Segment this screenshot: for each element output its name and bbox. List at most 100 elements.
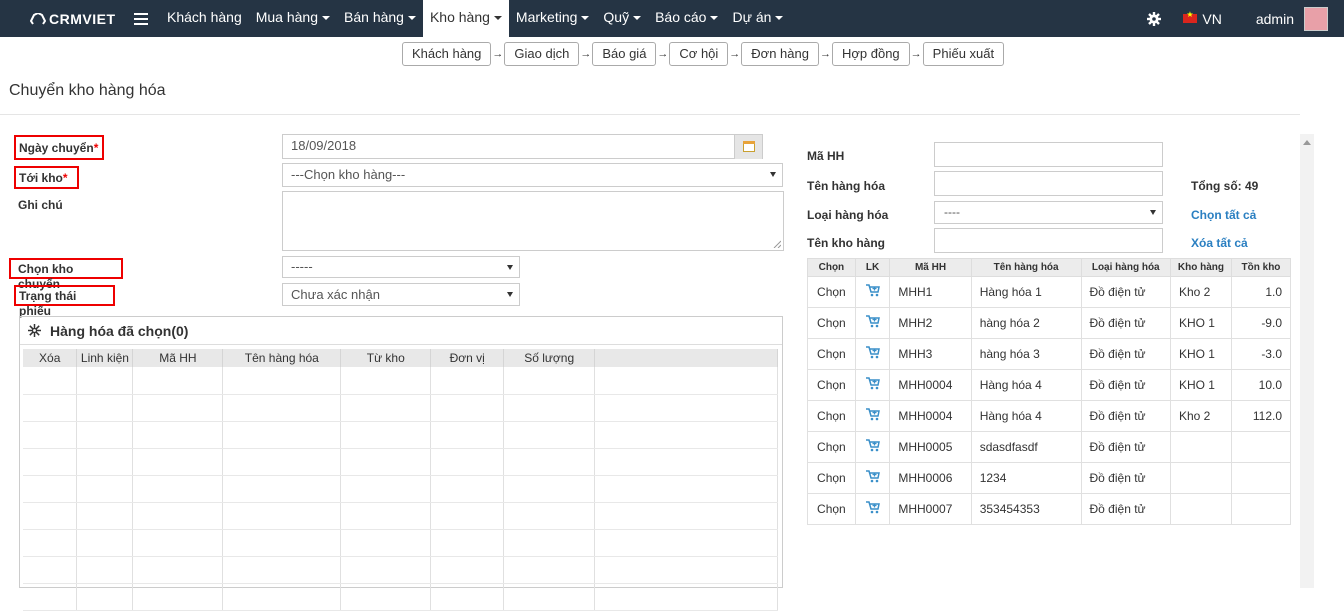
gear-icon[interactable] <box>1147 11 1162 26</box>
type-filter-select[interactable]: ---- <box>934 201 1163 224</box>
add-to-cart-icon[interactable] <box>854 462 891 494</box>
add-to-cart-icon[interactable] <box>854 369 891 401</box>
select-all-link[interactable]: Chọn tất cả <box>1191 208 1256 222</box>
column-header[interactable]: Loại hàng hóa <box>1080 258 1171 277</box>
scroll-up-icon[interactable] <box>1303 140 1311 145</box>
choose-link[interactable]: Chọn <box>807 462 856 494</box>
pipeline-step[interactable]: Giao dịch <box>504 42 580 66</box>
table-row[interactable]: Chọn MHH1 Hàng hóa 1 Đồ điện tử Kho 2 1.0 <box>807 276 1292 308</box>
add-to-cart-icon[interactable] <box>854 338 891 370</box>
product-name: Hàng hóa 1 <box>970 276 1082 308</box>
to-warehouse-select[interactable]: ---Chọn kho hàng--- <box>282 163 783 187</box>
table-cell <box>594 367 778 395</box>
column-header[interactable]: Tên hàng hóa <box>222 349 342 367</box>
table-cell <box>594 421 778 449</box>
avatar[interactable] <box>1304 6 1328 31</box>
pipeline-step[interactable]: Phiếu xuất <box>922 42 1005 66</box>
table-row[interactable]: Chọn MHH0004 Hàng hóa 4 Đồ điện tử KHO 1 10.0 <box>807 369 1292 401</box>
product-name: 353454353 <box>970 493 1082 525</box>
choose-link[interactable]: Chọn <box>807 493 856 525</box>
table-cell <box>132 394 224 422</box>
arrow-right-icon: → <box>910 48 922 60</box>
choose-link[interactable]: Chọn <box>807 338 856 370</box>
product-warehouse <box>1169 431 1232 463</box>
resize-handle-icon[interactable] <box>773 240 781 248</box>
selected-goods-table: Xóa Linh kiện Mã HH Tên hàng hóa Từ kho Đơn v… <box>23 349 778 611</box>
date-input[interactable]: 18/09/2018 <box>282 134 763 159</box>
add-to-cart-icon[interactable] <box>854 307 891 339</box>
language-switch[interactable]: VN <box>1202 11 1221 27</box>
table-cell <box>430 583 505 611</box>
nav-item-4[interactable]: Marketing <box>509 0 596 37</box>
table-row[interactable]: Chọn MHH0006 1234 Đồ điện tử <box>807 462 1292 494</box>
nav-item-5[interactable]: Quỹ <box>596 0 648 37</box>
table-row[interactable]: Chọn MHH0007 353454353 Đồ điện tử <box>807 493 1292 525</box>
column-header[interactable]: Tồn kho <box>1230 258 1292 277</box>
code-filter-input[interactable] <box>934 142 1163 167</box>
table-row[interactable]: Chọn MHH2 hàng hóa 2 Đồ điện tử KHO 1 -9.0 <box>807 307 1292 339</box>
column-header[interactable]: Xóa <box>23 349 78 367</box>
table-row[interactable]: Chọn MHH0004 Hàng hóa 4 Đồ điện tử Kho 2 112.… <box>807 400 1292 432</box>
note-textarea[interactable] <box>282 191 784 251</box>
nav-item-7[interactable]: Dự án <box>725 0 790 37</box>
nav-item-1[interactable]: Mua hàng <box>249 0 337 37</box>
nav-item-6[interactable]: Báo cáo <box>648 0 725 37</box>
column-header[interactable]: Đơn vị <box>430 349 505 367</box>
table-row <box>23 556 778 584</box>
table-cell <box>594 475 778 503</box>
column-header[interactable]: Chọn <box>807 258 856 277</box>
nav-item-3[interactable]: Kho hàng <box>422 0 509 37</box>
nav-item-2[interactable]: Bán hàng <box>337 0 423 37</box>
warehouse-filter-input[interactable] <box>934 228 1163 253</box>
table-cell <box>340 475 432 503</box>
scrollbar[interactable] <box>1300 134 1314 588</box>
pipeline-step[interactable]: Báo giá <box>592 42 657 66</box>
column-header[interactable]: Linh kiện <box>76 349 134 367</box>
column-header[interactable] <box>594 349 778 367</box>
pipeline-step[interactable]: Cơ hội <box>669 42 729 66</box>
choose-link[interactable]: Chọn <box>807 307 856 339</box>
column-header[interactable]: Mã HH <box>132 349 224 367</box>
table-row[interactable]: Chọn MHH0005 sdasdfasdf Đồ điện tử <box>807 431 1292 463</box>
table-cell <box>503 502 596 530</box>
add-to-cart-icon[interactable] <box>854 400 891 432</box>
table-row <box>23 367 778 395</box>
menu-toggle-icon[interactable] <box>134 12 148 25</box>
pipeline-step[interactable]: Khách hàng <box>402 42 492 66</box>
table-cell <box>76 556 134 584</box>
choose-link[interactable]: Chọn <box>807 400 856 432</box>
column-header[interactable]: Tên hàng hóa <box>970 258 1082 277</box>
table-cell <box>340 583 432 611</box>
column-header[interactable]: Mã HH <box>889 258 972 277</box>
name-filter-input[interactable] <box>934 171 1163 196</box>
column-header[interactable]: Từ kho <box>340 349 432 367</box>
brand-logo[interactable]: CRMVIET <box>30 11 122 27</box>
table-cell <box>222 421 342 449</box>
add-to-cart-icon[interactable] <box>854 276 891 308</box>
nav-item-0[interactable]: Khách hàng <box>160 0 249 37</box>
choose-link[interactable]: Chọn <box>807 431 856 463</box>
arrow-right-icon: → <box>580 48 592 60</box>
pipeline-step[interactable]: Đơn hàng <box>741 42 819 66</box>
product-stock: -9.0 <box>1230 307 1292 339</box>
calendar-button[interactable] <box>734 135 762 159</box>
user-name[interactable]: admin <box>1256 11 1294 27</box>
table-cell <box>23 421 78 449</box>
caret-down-icon <box>322 16 331 21</box>
product-stock: 1.0 <box>1230 276 1292 308</box>
column-header[interactable]: Kho hàng <box>1169 258 1232 277</box>
vn-flag-icon[interactable] <box>1183 10 1198 23</box>
table-cell <box>23 394 78 422</box>
clear-all-link[interactable]: Xóa tất cả <box>1191 236 1248 250</box>
add-to-cart-icon[interactable] <box>854 493 891 525</box>
add-to-cart-icon[interactable] <box>854 431 891 463</box>
status-select[interactable]: Chưa xác nhận <box>282 283 520 306</box>
column-header[interactable]: Số lượng <box>503 349 596 367</box>
table-row[interactable]: Chọn MHH3 hàng hóa 3 Đồ điện tử KHO 1 -3.0 <box>807 338 1292 370</box>
column-header[interactable]: LK <box>854 258 891 277</box>
pipeline-step[interactable]: Hợp đồng <box>831 42 910 66</box>
choose-link[interactable]: Chọn <box>807 276 856 308</box>
from-warehouse-select[interactable]: ----- <box>282 256 520 278</box>
choose-link[interactable]: Chọn <box>807 369 856 401</box>
brand-name: CRMVIET <box>49 10 116 27</box>
